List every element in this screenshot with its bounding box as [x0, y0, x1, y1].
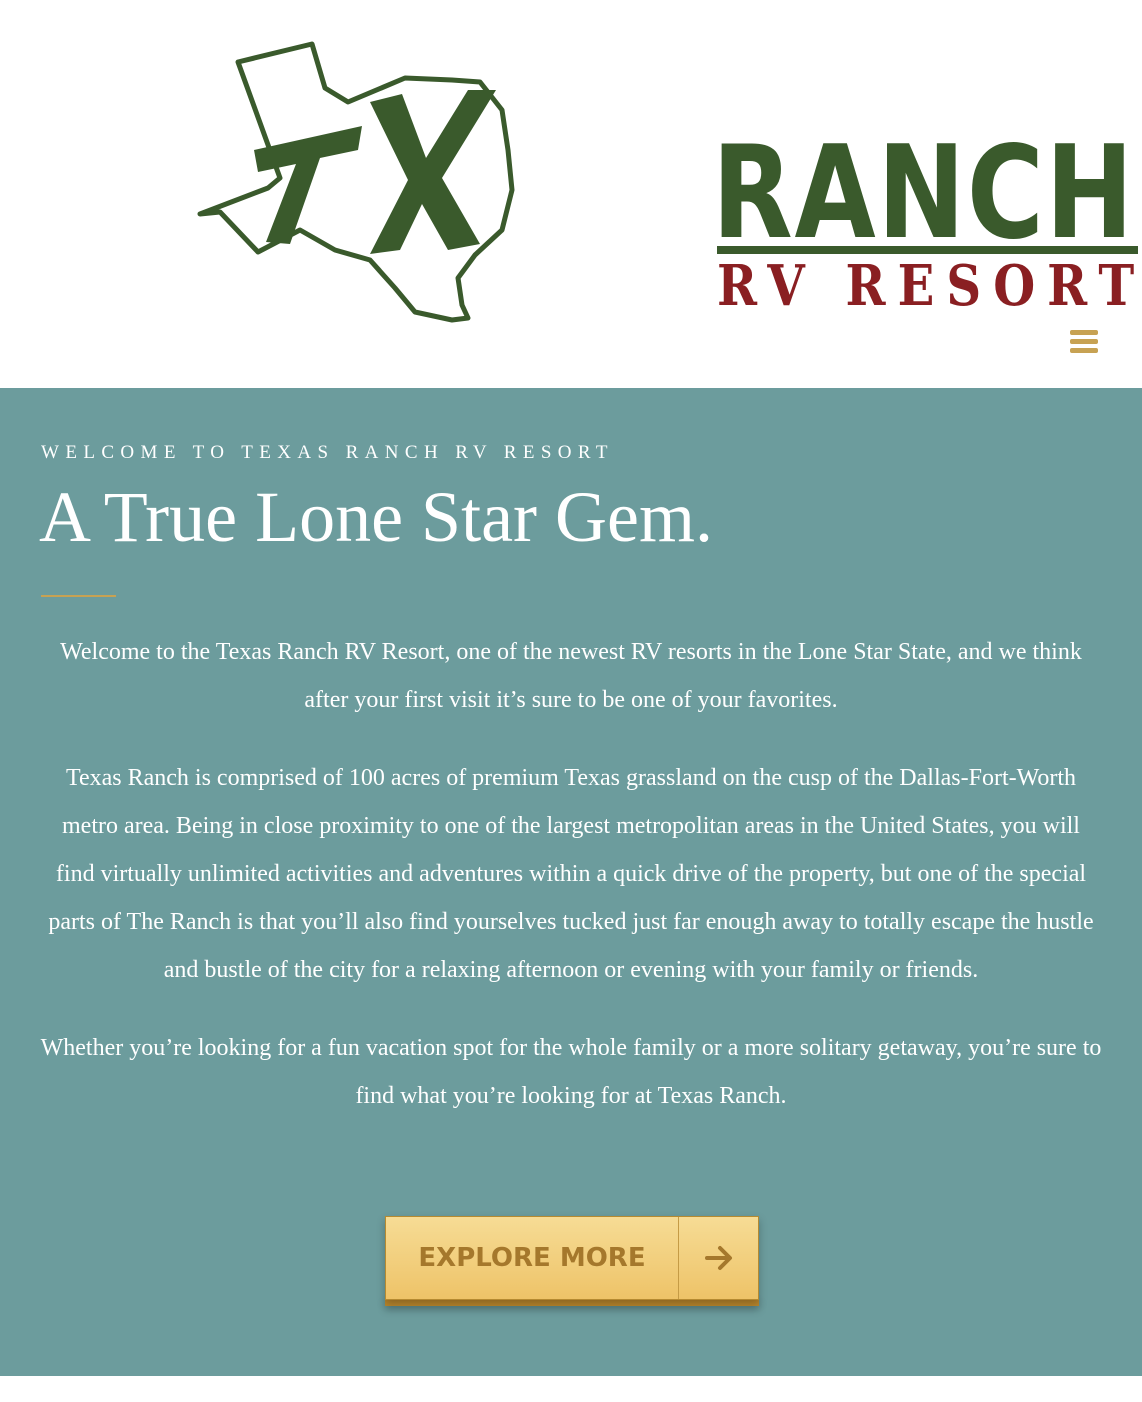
logo-word-ranch: RANCH [712, 119, 1135, 268]
section-eyebrow: WELCOME TO TEXAS RANCH RV RESORT [41, 442, 614, 463]
intro-paragraph-2: Texas Ranch is comprised of 100 acres of… [48, 765, 1094, 983]
welcome-section: WELCOME TO TEXAS RANCH RV RESORT A True … [0, 388, 1142, 1376]
hamburger-menu-icon[interactable] [1070, 330, 1098, 354]
button-face: EXPLORE MORE [385, 1216, 759, 1300]
site-header: RANCH RV RESORT [0, 0, 1142, 388]
texas-map-emblem [197, 41, 515, 323]
intro-paragraph-3: Whether you’re looking for a fun vacatio… [40, 1035, 1102, 1109]
intro-body: Welcome to the Texas Ranch RV Resort, on… [40, 628, 1102, 1150]
logo-word-rv-resort: RV RESORT [717, 253, 1142, 319]
section-headline: A True Lone Star Gem. [39, 477, 713, 557]
intro-paragraph-1: Welcome to the Texas Ranch RV Resort, on… [60, 639, 1082, 713]
explore-more-button[interactable]: EXPLORE MORE [385, 1216, 759, 1306]
arrow-right-icon [679, 1217, 759, 1299]
headline-divider [41, 595, 116, 597]
site-logo[interactable]: RANCH RV RESORT [190, 30, 1138, 330]
explore-more-label: EXPLORE MORE [418, 1243, 646, 1273]
